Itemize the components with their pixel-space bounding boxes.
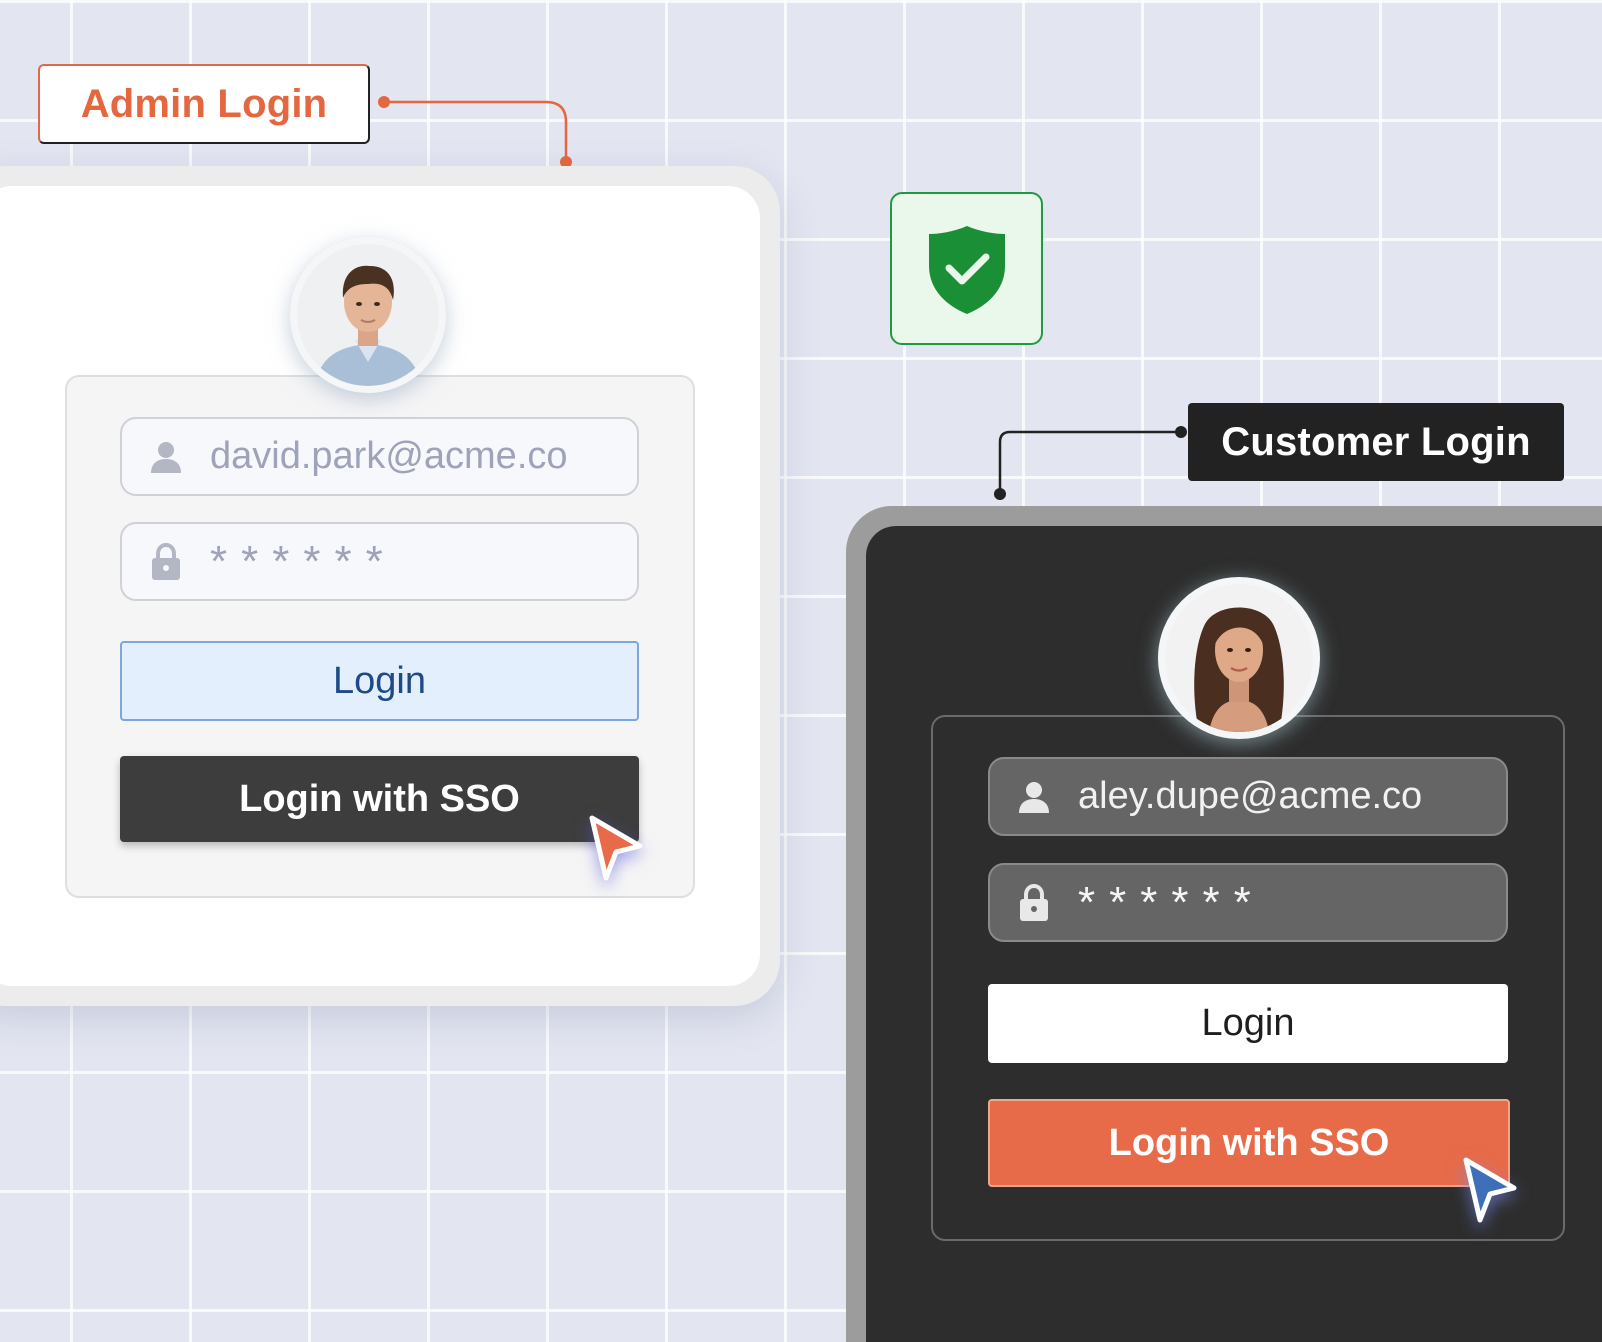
- customer-avatar: [1158, 577, 1320, 739]
- security-badge: [890, 192, 1043, 345]
- admin-connector-line: [378, 96, 572, 168]
- customer-email-value: aley.dupe@acme.co: [1078, 775, 1423, 817]
- customer-login-tag: Customer Login: [1188, 403, 1564, 481]
- admin-login-tag: Admin Login: [38, 64, 370, 144]
- admin-password-value: ******: [210, 536, 397, 586]
- admin-login-button[interactable]: Login: [120, 641, 639, 721]
- admin-password-field[interactable]: ******: [120, 522, 639, 601]
- admin-sso-button-label: Login with SSO: [239, 777, 520, 820]
- admin-avatar: [290, 237, 446, 393]
- user-icon: [1014, 777, 1054, 817]
- customer-password-value: ******: [1078, 877, 1265, 927]
- cursor-pointer-icon: [589, 815, 643, 881]
- lock-icon: [146, 542, 186, 582]
- customer-sso-button[interactable]: Login with SSO: [988, 1099, 1510, 1187]
- customer-login-tag-label: Customer Login: [1221, 419, 1531, 464]
- admin-email-value: david.park@acme.co: [210, 435, 568, 477]
- lock-icon: [1014, 883, 1054, 923]
- customer-login-button-label: Login: [1201, 1002, 1295, 1044]
- admin-sso-button[interactable]: Login with SSO: [120, 756, 639, 842]
- admin-login-tag-label: Admin Login: [80, 81, 328, 126]
- customer-login-button[interactable]: Login: [988, 984, 1508, 1063]
- admin-email-field[interactable]: david.park@acme.co: [120, 417, 639, 496]
- cursor-pointer-icon: [1463, 1157, 1517, 1223]
- user-icon: [146, 437, 186, 477]
- shield-check-icon: [928, 225, 1005, 314]
- admin-login-button-label: Login: [333, 659, 426, 702]
- customer-connector-line: [994, 426, 1187, 500]
- customer-sso-button-label: Login with SSO: [1108, 1121, 1390, 1164]
- customer-password-field[interactable]: ******: [988, 863, 1508, 942]
- customer-email-field[interactable]: aley.dupe@acme.co: [988, 757, 1508, 836]
